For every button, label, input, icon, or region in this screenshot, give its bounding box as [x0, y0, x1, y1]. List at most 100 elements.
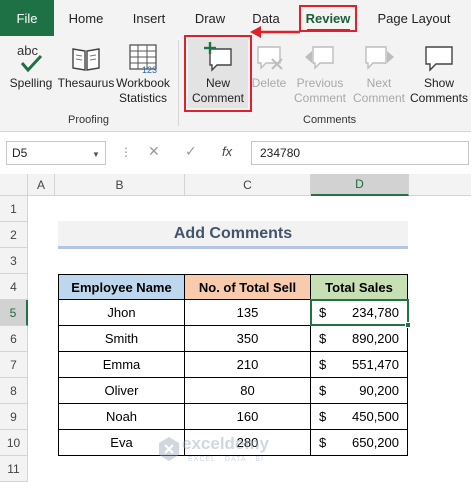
sheet-title[interactable]: Add Comments	[58, 221, 408, 249]
svg-text:123: 123	[142, 65, 157, 75]
show-comments-label-1: Show	[423, 76, 455, 90]
cell-total-sell[interactable]: 160	[184, 403, 311, 430]
show-comments-icon	[421, 40, 457, 76]
watermark-tagline: EXCEL · DATA · BI	[188, 456, 264, 463]
proofing-group-label: Proofing	[68, 114, 109, 126]
tab-draw[interactable]: Draw	[188, 0, 232, 36]
column-header-c[interactable]: C	[185, 174, 311, 196]
cell-total-sales[interactable]: $650,200	[310, 429, 408, 456]
show-comments-label-2: Comments	[409, 91, 468, 105]
fill-handle[interactable]	[405, 322, 411, 328]
row-header-9[interactable]: 9	[0, 404, 28, 430]
row-header-8[interactable]: 8	[0, 378, 28, 404]
formula-bar: D5 ▼ ⋮ ✕ ✓ fx 234780	[0, 133, 471, 173]
select-all-corner[interactable]	[0, 174, 28, 196]
watermark-brand: exceldemy	[182, 434, 269, 453]
cancel-icon[interactable]: ✕	[148, 143, 160, 160]
thesaurus-label: Thesaurus	[57, 76, 115, 90]
excel-window: File Home Insert Draw Data Review Page L…	[0, 0, 471, 482]
delete-comment-button[interactable]: Delete	[248, 36, 290, 112]
row-header-2[interactable]: 2	[0, 222, 28, 248]
cell-employee-name[interactable]: Jhon	[58, 299, 185, 326]
worksheet-grid: A B C D 1 2 3 4 5 6 7 8 9 10 11 Add Comm…	[0, 174, 471, 482]
review-tab-highlight-box	[299, 5, 357, 32]
group-separator	[178, 40, 179, 126]
sales-value: 90,200	[359, 383, 399, 398]
name-box[interactable]: D5	[6, 141, 106, 165]
tab-page-layout[interactable]: Page Layout	[372, 0, 456, 36]
comments-group-label: Comments	[303, 114, 357, 126]
chevron-down-icon[interactable]: ▼	[92, 150, 100, 159]
book-icon	[68, 40, 104, 76]
next-comment-button[interactable]: Next Comment	[350, 36, 408, 112]
ribbon-tab-bar: File Home Insert Draw Data Review Page L…	[0, 0, 471, 36]
cell-total-sales[interactable]: $450,500	[310, 403, 408, 430]
cell-total-sell[interactable]: 135	[184, 299, 311, 326]
header-employee-name[interactable]: Employee Name	[58, 274, 185, 300]
exceldemy-logo-icon	[159, 437, 179, 461]
currency-symbol: $	[319, 435, 327, 450]
currency-symbol: $	[319, 383, 327, 398]
delete-comment-icon	[251, 40, 287, 76]
tab-home[interactable]: Home	[62, 0, 110, 36]
tab-insert[interactable]: Insert	[124, 0, 174, 36]
row-header-5[interactable]: 5	[0, 300, 28, 326]
workbook-statistics-label-1: Workbook	[116, 76, 170, 90]
cell-employee-name[interactable]: Noah	[58, 403, 185, 430]
sales-value: 450,500	[352, 409, 399, 424]
annotation-arrow-icon	[250, 26, 300, 38]
exceldemy-watermark: exceldemy EXCEL · DATA · BI	[158, 432, 318, 472]
cell-total-sell[interactable]: 350	[184, 325, 311, 352]
row-header-3[interactable]: 3	[0, 248, 28, 274]
workbook-statistics-label-2: Statistics	[118, 91, 167, 105]
insert-function-icon[interactable]: fx	[222, 144, 232, 159]
formula-input[interactable]: 234780	[251, 141, 469, 165]
previous-comment-label-2: Comment	[293, 91, 346, 105]
currency-symbol: $	[319, 409, 327, 424]
column-header-a[interactable]: A	[28, 174, 55, 196]
currency-symbol: $	[319, 357, 327, 372]
spelling-icon: abc	[13, 40, 49, 76]
column-header-b[interactable]: B	[55, 174, 185, 196]
cell-total-sales[interactable]: $890,200	[310, 325, 408, 352]
sales-value: 650,200	[352, 435, 399, 450]
thesaurus-button[interactable]: Thesaurus	[58, 36, 114, 112]
row-header-4[interactable]: 4	[0, 274, 28, 300]
row-header-1[interactable]: 1	[0, 196, 28, 222]
row-header-11[interactable]: 11	[0, 456, 28, 482]
new-comment-highlight-box	[184, 35, 252, 112]
sales-value: 890,200	[352, 331, 399, 346]
row-header-10[interactable]: 10	[0, 430, 28, 456]
header-total-sales[interactable]: Total Sales	[310, 274, 408, 300]
currency-symbol: $	[319, 331, 327, 346]
tab-file[interactable]: File	[0, 0, 54, 36]
previous-comment-icon	[302, 40, 338, 76]
cell-total-sell[interactable]: 80	[184, 377, 311, 404]
cell-total-sales[interactable]: $90,200	[310, 377, 408, 404]
row-header-6[interactable]: 6	[0, 326, 28, 352]
next-comment-label-1: Next	[366, 76, 392, 90]
spelling-label: Spelling	[9, 76, 53, 90]
show-comments-button[interactable]: Show Comments	[408, 36, 470, 112]
row-header-7[interactable]: 7	[0, 352, 28, 378]
cell-employee-name[interactable]: Emma	[58, 351, 185, 378]
cell-total-sell[interactable]: 210	[184, 351, 311, 378]
sales-value: 551,470	[352, 357, 399, 372]
active-cell-selection	[310, 299, 409, 326]
workbook-statistics-button[interactable]: 123 Workbook Statistics	[114, 36, 172, 112]
more-options-icon: ⋮	[120, 145, 132, 159]
enter-check-icon[interactable]: ✓	[185, 143, 197, 160]
cell-total-sales[interactable]: $551,470	[310, 351, 408, 378]
cell-employee-name[interactable]: Smith	[58, 325, 185, 352]
svg-text:abc: abc	[17, 43, 38, 58]
previous-comment-button[interactable]: Previous Comment	[290, 36, 350, 112]
spelling-button[interactable]: abc Spelling	[4, 36, 58, 112]
workbook-statistics-icon: 123	[125, 40, 161, 76]
cell-employee-name[interactable]: Oliver	[58, 377, 185, 404]
next-comment-label-2: Comment	[352, 91, 405, 105]
header-total-sell[interactable]: No. of Total Sell	[184, 274, 311, 300]
column-header-e[interactable]	[409, 174, 471, 196]
previous-comment-label-1: Previous	[296, 76, 344, 90]
column-header-d[interactable]: D	[311, 174, 409, 196]
next-comment-icon	[361, 40, 397, 76]
